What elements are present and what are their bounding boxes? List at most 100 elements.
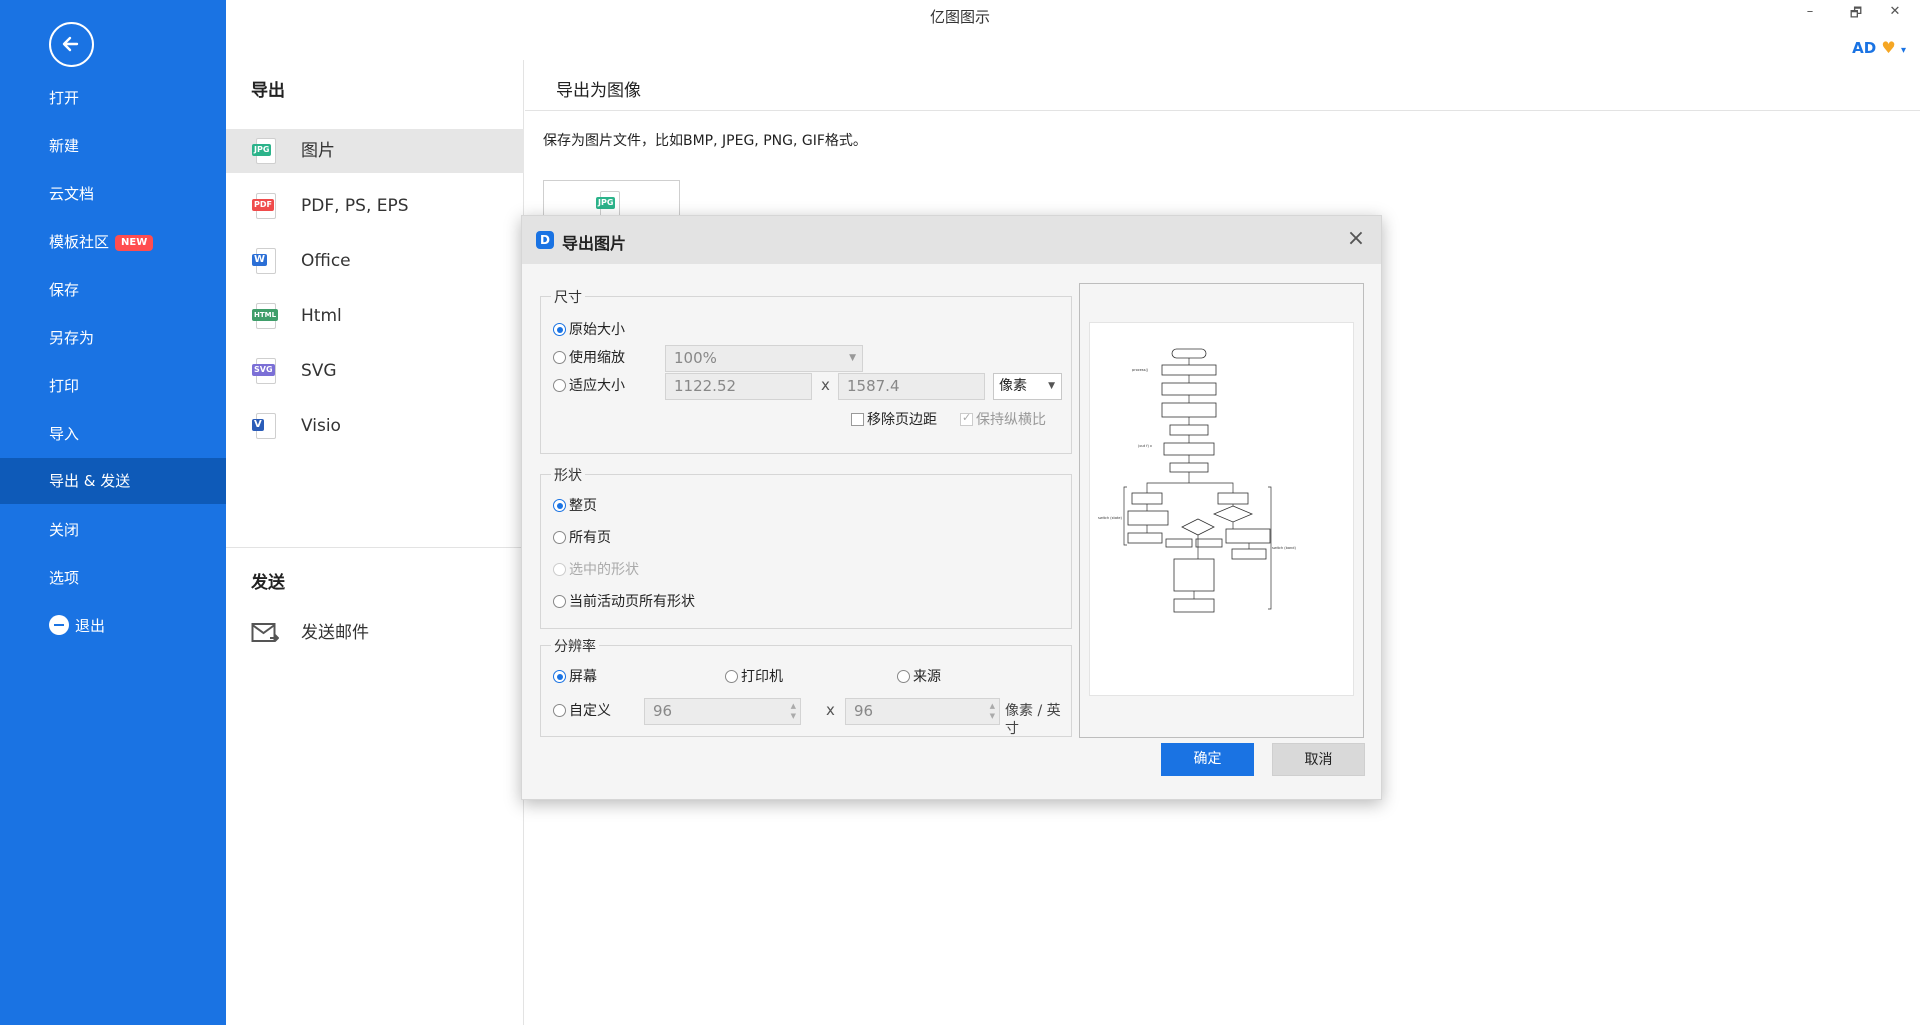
export-options-panel: 导出 JPG 图片 PDF PDF, PS, EPS W Office HTML… bbox=[226, 60, 524, 1025]
sidebar-item-options[interactable]: 选项 bbox=[0, 555, 226, 601]
times-sign: x bbox=[826, 701, 835, 719]
html-file-icon: HTML bbox=[252, 303, 279, 329]
restore-button[interactable]: 🗗 bbox=[1846, 4, 1866, 26]
resolution-group: 分辨率 屏幕 打印机 来源 自定义 96 ▲ ▼ x 96 ▲ ▼ 像素 / 英寸 bbox=[540, 636, 1072, 737]
export-item-visio[interactable]: V Visio bbox=[226, 404, 524, 448]
spin-down-icon[interactable]: ▼ bbox=[791, 712, 796, 721]
radio-label: 自定义 bbox=[569, 703, 611, 719]
radio-indicator bbox=[553, 323, 566, 336]
current-page-shapes-radio[interactable]: 当前活动页所有形状 bbox=[553, 593, 695, 611]
user-menu[interactable]: AD ♥ ▾ bbox=[1852, 38, 1906, 57]
sidebar-item-print[interactable]: 打印 bbox=[0, 363, 226, 409]
sidebar-item-export-send[interactable]: 导出 & 发送 bbox=[0, 458, 226, 504]
screen-radio[interactable]: 屏幕 bbox=[553, 668, 597, 686]
minimize-button[interactable]: – bbox=[1800, 4, 1820, 19]
ok-button[interactable]: 确定 bbox=[1161, 743, 1254, 776]
radio-label: 原始大小 bbox=[569, 322, 625, 338]
original-size-radio[interactable]: 原始大小 bbox=[553, 321, 625, 339]
sidebar-item-label: 选项 bbox=[49, 569, 80, 587]
preview-frame: process() (out f) x switch (state) switc… bbox=[1079, 283, 1364, 738]
export-image-dialog: D 导出图片 × 尺寸 原始大小 使用缩放 100% ▼ 适应大小 1122.52… bbox=[521, 215, 1382, 800]
minus-circle-icon bbox=[49, 615, 69, 635]
scale-select[interactable]: 100% ▼ bbox=[665, 345, 863, 372]
radio-label: 选中的形状 bbox=[569, 562, 639, 578]
keep-ratio-checkbox[interactable]: 保持纵横比 bbox=[960, 409, 1046, 429]
dpi-x-value: 96 bbox=[653, 702, 673, 720]
custom-radio[interactable]: 自定义 bbox=[553, 702, 611, 720]
selected-shapes-radio[interactable]: 选中的形状 bbox=[553, 561, 639, 579]
dpi-y-value: 96 bbox=[854, 702, 874, 720]
whole-page-radio[interactable]: 整页 bbox=[553, 497, 597, 515]
preview-page: process() (out f) x switch (state) switc… bbox=[1089, 322, 1354, 696]
new-badge: NEW bbox=[115, 235, 154, 251]
width-input[interactable]: 1122.52 bbox=[665, 373, 812, 400]
sidebar-item-exit[interactable]: 退出 bbox=[0, 603, 226, 649]
times-sign: x bbox=[821, 376, 830, 394]
radio-indicator bbox=[553, 670, 566, 683]
radio-label: 适应大小 bbox=[569, 378, 625, 394]
chevron-down-icon: ▼ bbox=[849, 353, 856, 363]
export-item-svg[interactable]: SVG SVG bbox=[226, 349, 524, 393]
checkbox-indicator bbox=[960, 411, 973, 426]
dpi-y-input[interactable]: 96 ▲ ▼ bbox=[845, 698, 1000, 725]
dialog-header: D 导出图片 × bbox=[522, 216, 1381, 264]
export-item-pdf[interactable]: PDF PDF, PS, EPS bbox=[226, 184, 524, 228]
all-pages-radio[interactable]: 所有页 bbox=[553, 529, 611, 547]
sidebar-item-label: 新建 bbox=[49, 137, 80, 155]
sidebar-item-label: 另存为 bbox=[49, 329, 95, 347]
radio-indicator bbox=[725, 670, 738, 683]
svg-file-icon: SVG bbox=[252, 358, 278, 384]
fit-size-radio[interactable]: 适应大小 bbox=[553, 377, 625, 395]
radio-indicator bbox=[553, 595, 566, 608]
back-button[interactable] bbox=[49, 22, 94, 67]
send-heading: 发送 bbox=[251, 573, 285, 593]
spin-up-icon[interactable]: ▲ bbox=[791, 702, 796, 711]
sidebar-item-cloud-docs[interactable]: 云文档 bbox=[0, 171, 226, 217]
radio-indicator bbox=[897, 670, 910, 683]
height-input[interactable]: 1587.4 bbox=[838, 373, 985, 400]
checkbox-label: 保持纵横比 bbox=[976, 412, 1046, 428]
svg-text:(out f) x: (out f) x bbox=[1138, 444, 1152, 448]
app-title: 亿图图示 bbox=[929, 8, 990, 26]
send-email-item[interactable]: 发送邮件 bbox=[226, 611, 524, 655]
sidebar-item-import[interactable]: 导入 bbox=[0, 411, 226, 457]
sidebar-item-template-community[interactable]: 模板社区 NEW bbox=[0, 219, 226, 265]
scale-value: 100% bbox=[674, 349, 717, 367]
cancel-button[interactable]: 取消 bbox=[1272, 743, 1365, 776]
remove-margin-checkbox[interactable]: 移除页边距 bbox=[851, 409, 937, 429]
sidebar-item-open[interactable]: 打开 bbox=[0, 75, 226, 121]
export-heading: 导出 bbox=[251, 81, 285, 101]
dialog-close-button[interactable]: × bbox=[1343, 226, 1369, 252]
sidebar-item-new[interactable]: 新建 bbox=[0, 123, 226, 169]
printer-radio[interactable]: 打印机 bbox=[725, 668, 783, 686]
radio-indicator bbox=[553, 531, 566, 544]
export-item-office[interactable]: W Office bbox=[226, 239, 524, 283]
pdf-file-icon: PDF bbox=[252, 193, 278, 219]
sidebar-item-save-as[interactable]: 另存为 bbox=[0, 315, 226, 361]
edraw-logo-icon: D bbox=[536, 231, 554, 249]
dialog-title: 导出图片 bbox=[562, 234, 627, 253]
sidebar-item-close[interactable]: 关闭 bbox=[0, 507, 226, 553]
image-export-thumbnail[interactable]: JPG bbox=[543, 180, 680, 220]
dpi-x-input[interactable]: 96 ▲ ▼ bbox=[644, 698, 801, 725]
export-item-html[interactable]: HTML Html bbox=[226, 294, 524, 338]
sidebar-item-label: 关闭 bbox=[49, 521, 80, 539]
spin-up-icon[interactable]: ▲ bbox=[990, 702, 995, 711]
sidebar-item-save[interactable]: 保存 bbox=[0, 267, 226, 313]
unit-select[interactable]: 像素 ▼ bbox=[993, 373, 1062, 400]
export-item-label: Office bbox=[301, 251, 351, 271]
export-item-label: PDF, PS, EPS bbox=[301, 196, 409, 216]
radio-label: 来源 bbox=[913, 669, 941, 685]
use-scale-radio[interactable]: 使用缩放 bbox=[553, 349, 625, 367]
size-group: 尺寸 原始大小 使用缩放 100% ▼ 适应大小 1122.52 x 1587.4… bbox=[540, 287, 1072, 454]
radio-indicator bbox=[553, 351, 566, 364]
shape-group: 形状 整页 所有页 选中的形状 当前活动页所有形状 bbox=[540, 465, 1072, 629]
source-radio[interactable]: 来源 bbox=[897, 668, 941, 686]
dpi-unit-label: 像素 / 英寸 bbox=[1005, 703, 1061, 737]
export-item-image[interactable]: JPG 图片 bbox=[226, 129, 524, 173]
radio-label: 整页 bbox=[569, 498, 597, 514]
radio-label: 所有页 bbox=[569, 530, 611, 546]
close-window-button[interactable]: ✕ bbox=[1885, 4, 1905, 19]
spin-down-icon[interactable]: ▼ bbox=[990, 712, 995, 721]
checkbox-indicator bbox=[851, 413, 864, 426]
